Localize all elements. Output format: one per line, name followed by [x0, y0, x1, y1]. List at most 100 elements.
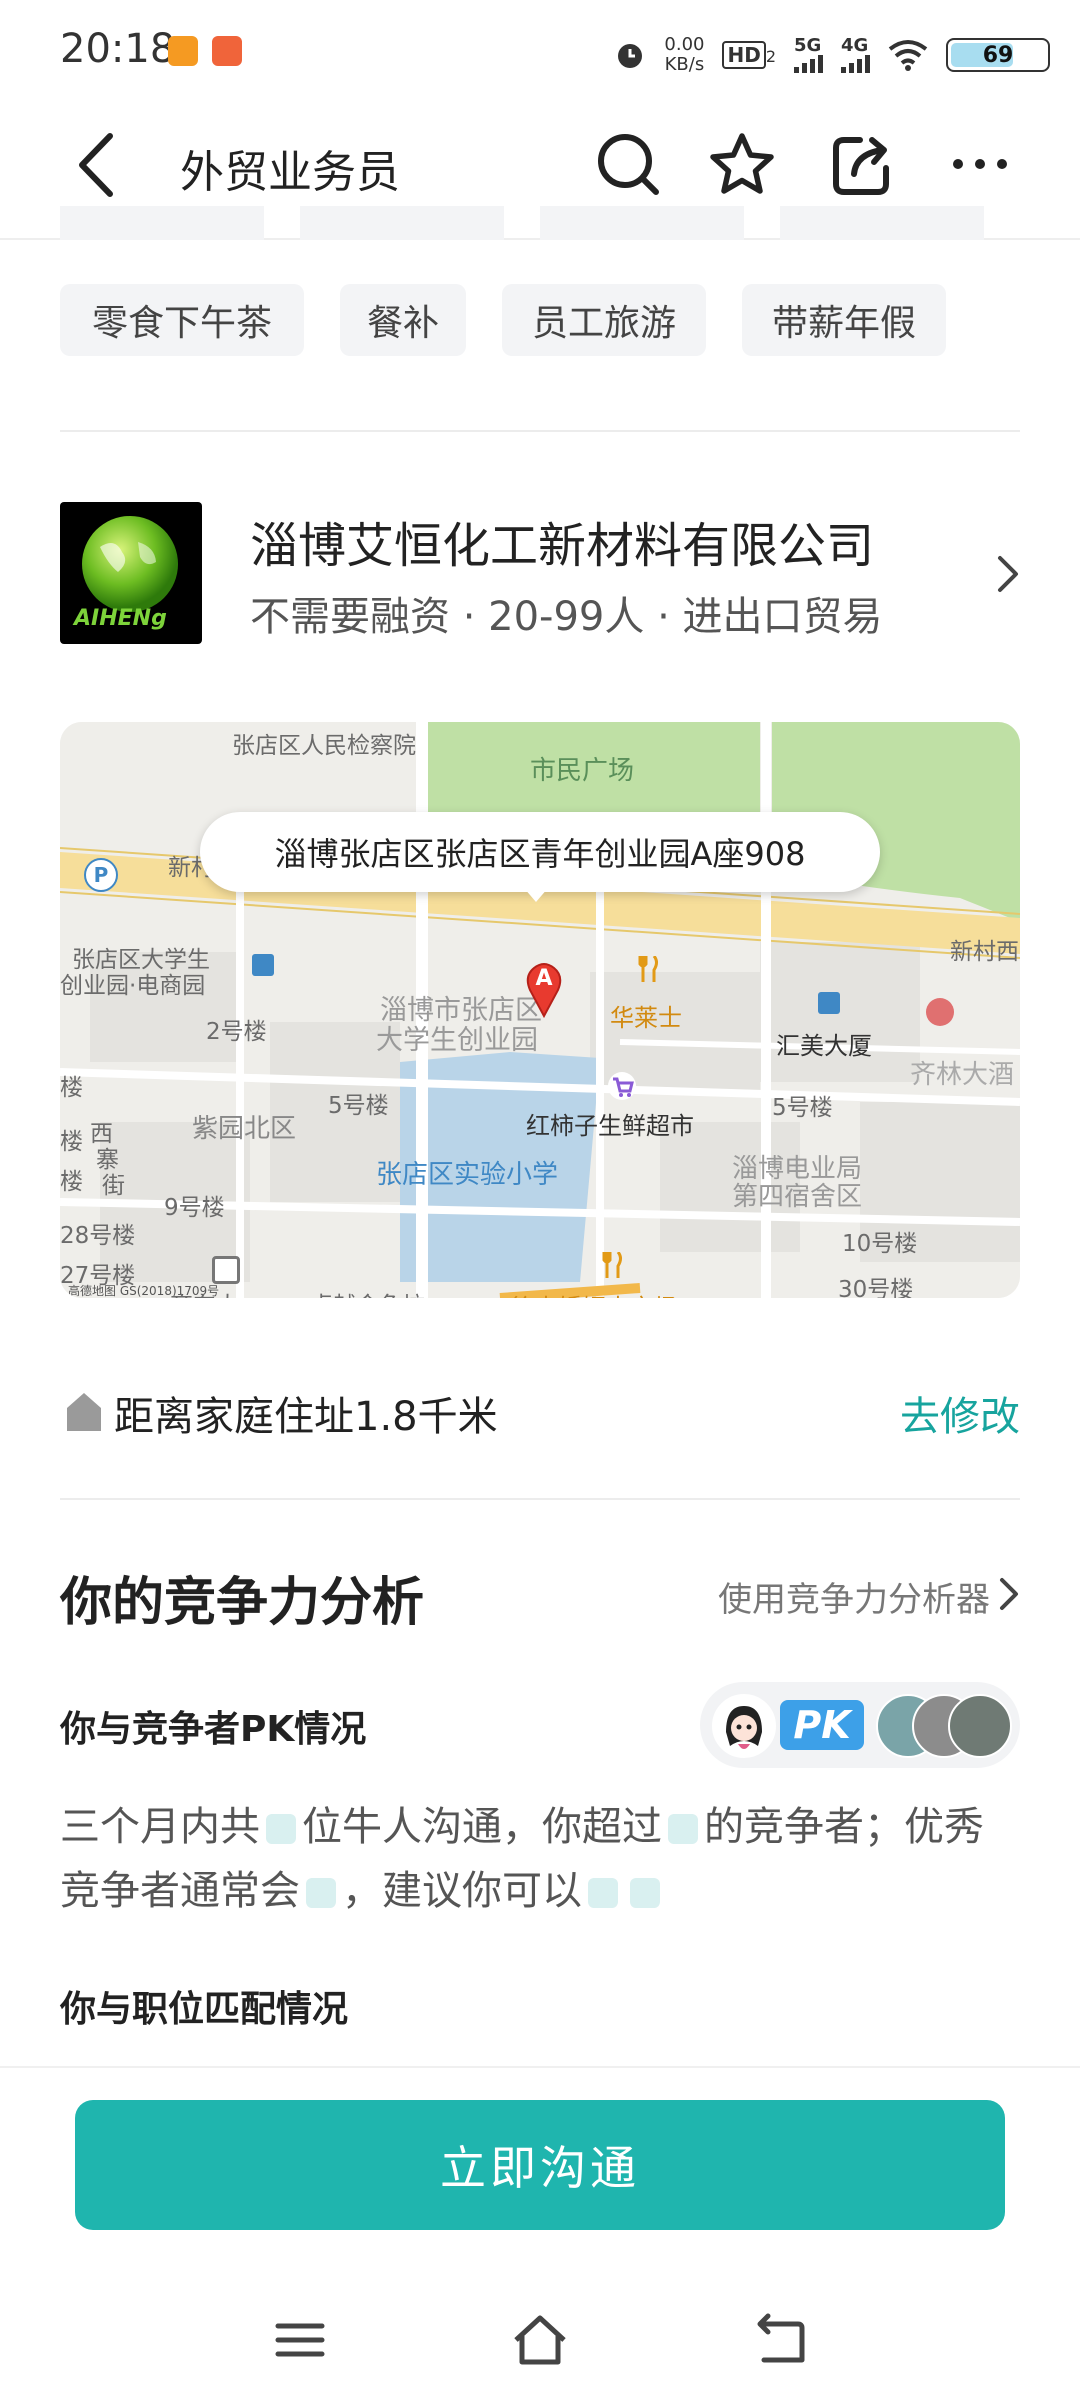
location-marker-letter: A	[535, 966, 553, 991]
blurred-value	[266, 1814, 296, 1844]
pk-comparison[interactable]: PK	[700, 1682, 1020, 1768]
benefit-tag: 员工旅游	[502, 284, 706, 356]
page-title: 外贸业务员	[180, 147, 400, 198]
chat-now-button[interactable]: 立即沟通	[75, 2100, 1005, 2230]
chevron-right-icon[interactable]	[996, 1574, 1022, 1614]
pk-description: 三个月内共 位牛人沟通，你超过 的竞争者；优秀竞争者通常会 ，建议你可以	[60, 1795, 1020, 1923]
home-icon	[67, 1393, 101, 1431]
blurred-value	[588, 1878, 618, 1908]
competitor-avatar	[948, 1694, 1012, 1758]
map-label: 5号楼	[772, 1095, 833, 1121]
map-label: 张店区实验小学	[376, 1160, 559, 1190]
share-icon[interactable]	[826, 128, 898, 200]
hd-sub: 2	[765, 47, 776, 66]
blurred-value	[630, 1878, 660, 1908]
hd-badge: HD 2	[722, 41, 776, 69]
signal-4g-label: 4G	[841, 35, 869, 56]
battery-percent: 69	[982, 42, 1014, 68]
map-label: 齐林大酒	[910, 1060, 1015, 1090]
back-nav-icon[interactable]	[750, 2310, 810, 2370]
company-logo-text: AIHENg	[74, 606, 167, 631]
menu-icon[interactable]	[270, 2310, 330, 2370]
chevron-right-icon[interactable]	[990, 552, 1024, 596]
map-label: 徐丰婚姻中市场	[510, 1288, 678, 1298]
competitiveness-analyzer-link[interactable]: 使用竞争力分析器	[718, 1572, 990, 1621]
net-speed-value: 0.00	[664, 34, 705, 55]
alarm-icon	[618, 44, 643, 68]
section-divider	[60, 1498, 1020, 1500]
distance-text: 距离家庭住址1.8千米	[114, 1394, 498, 1440]
map-address-bubble[interactable]: 淄博张店区张店区青年创业园A座908	[200, 812, 880, 892]
tag-row-mask	[0, 240, 1080, 254]
hotel-icon	[926, 998, 954, 1026]
company-logo[interactable]: AIHENg	[60, 502, 202, 644]
map-label: 张店区人民检察院	[232, 733, 416, 759]
map-label: 卓越金鱼坊	[310, 1286, 425, 1298]
hd-label: HD	[722, 41, 766, 69]
signal-bars-icon	[794, 55, 823, 73]
bubble-pointer	[524, 888, 548, 902]
network-speed: 0.00 KB/s	[664, 35, 704, 75]
map-label: 2号楼	[206, 1019, 267, 1045]
restaurant-icon	[638, 955, 660, 982]
map-label: 红柿子生鲜超市	[526, 1112, 694, 1140]
signal-4g: 4G	[841, 37, 870, 73]
pk-label: 你与竞争者PK情况	[60, 1709, 367, 1750]
status-bar: 20:18 0.00 KB/s HD 2 5G 4G 69	[0, 0, 1080, 100]
blurred-value	[668, 1814, 698, 1844]
modify-address-link[interactable]: 去修改	[900, 1384, 1020, 1442]
signal-bars-icon	[841, 55, 870, 73]
map-label: 新村西	[950, 939, 1019, 965]
building-icon	[818, 992, 840, 1014]
bottom-separator	[0, 2066, 1080, 2068]
user-avatar	[712, 1694, 776, 1758]
camera-icon	[212, 1256, 240, 1284]
signal-5g-label: 5G	[794, 35, 822, 56]
pk-desc-part: 位牛人沟通，你超过	[302, 1804, 662, 1850]
app-notification-icon	[168, 36, 198, 66]
back-button[interactable]	[70, 128, 130, 203]
map-label: 创业园·电商园	[60, 973, 206, 999]
map-label: 9号楼	[164, 1195, 225, 1221]
map-label: 大学生创业园	[376, 1025, 538, 1056]
map-label: 30号楼	[838, 1277, 914, 1298]
competitiveness-title: 你的竞争力分析	[60, 1573, 425, 1633]
home-nav-icon[interactable]	[510, 2310, 570, 2370]
pk-desc-part: 三个月内共	[60, 1804, 260, 1850]
restaurant-icon	[602, 1251, 624, 1278]
status-icons: 0.00 KB/s HD 2 5G 4G 69	[614, 30, 1050, 80]
location-map[interactable]: 张店区人民检察院 市民广场 新村 新村西 张店区大学生 创业园·电商园 淄博市张…	[60, 722, 1020, 1298]
signal-5g: 5G	[794, 37, 823, 73]
map-label: 华莱士	[610, 1004, 682, 1032]
section-divider	[60, 430, 1020, 432]
search-icon[interactable]	[592, 128, 664, 200]
pk-badge: PK	[780, 1700, 864, 1750]
status-time: 20:18	[60, 26, 176, 72]
battery-icon: 69	[946, 38, 1050, 72]
map-label: 楼	[60, 1169, 83, 1195]
blurred-value	[306, 1878, 336, 1908]
map-label: 10号楼	[842, 1231, 918, 1257]
map-label: 5号楼	[328, 1093, 389, 1119]
net-speed-unit: KB/s	[664, 54, 705, 75]
star-icon[interactable]	[706, 128, 778, 200]
match-label: 你与职位匹配情况	[60, 1989, 349, 2030]
map-label: 楼	[60, 1075, 83, 1101]
more-icon[interactable]	[944, 128, 1016, 200]
pk-desc-part: ，建议你可以	[342, 1868, 582, 1914]
map-label: 街	[102, 1173, 125, 1199]
company-name[interactable]: 淄博艾恒化工新材料有限公司	[250, 506, 874, 576]
map-label: 28号楼	[60, 1223, 136, 1249]
benefit-tag: 零食下午茶	[60, 284, 304, 356]
map-label: 汇美大厦	[776, 1032, 872, 1060]
benefit-tag: 餐补	[340, 284, 466, 356]
wifi-icon	[888, 40, 928, 71]
company-meta: 不需要融资 · 20-99人 · 进出口贸易	[250, 594, 883, 640]
shopping-cart-icon	[608, 1072, 636, 1100]
map-label: 市民广场	[530, 756, 635, 786]
benefit-tag: 带薪年假	[742, 284, 946, 356]
map-label: 紫园北区	[192, 1114, 297, 1144]
map-label: 楼	[60, 1129, 83, 1155]
app-notification-icon	[212, 36, 242, 66]
building-icon	[252, 954, 274, 976]
